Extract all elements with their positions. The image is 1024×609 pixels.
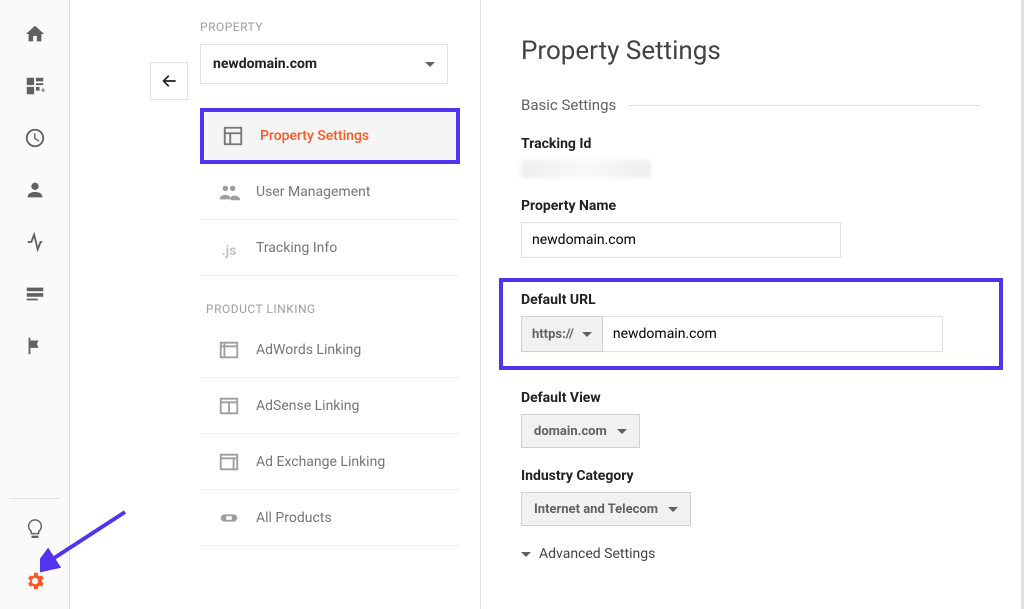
chevron-down-icon [425,62,435,67]
js-icon: .js [218,237,240,259]
nav-adexchange-linking[interactable]: Ad Exchange Linking [200,434,460,490]
nav-label: AdWords Linking [256,342,361,358]
divider [628,105,981,106]
chevron-down-icon [582,332,592,337]
back-arrow-icon [159,71,179,91]
default-view-label: Default View [521,390,981,406]
industry-select[interactable]: Internet and Telecom [521,492,691,526]
sidebar-admin[interactable] [15,557,55,605]
nav-user-management[interactable]: User Management [200,164,460,220]
chevron-down-icon [617,429,627,434]
sidebar-conversions[interactable] [15,322,55,370]
default-url-label: Default URL [521,292,981,308]
adexchange-icon [218,451,240,473]
property-name-label: Property Name [521,198,981,214]
nav-property-settings[interactable]: Property Settings [200,108,460,164]
sidebar-realtime[interactable] [15,114,55,162]
nav-label: Property Settings [260,128,369,144]
advanced-settings-toggle[interactable]: Advanced Settings [521,546,981,562]
nav-label: AdSense Linking [256,398,359,414]
sidebar-discover[interactable] [15,505,55,553]
nav-tracking-info[interactable]: .js Tracking Info [200,220,460,276]
nav-adwords-linking[interactable]: AdWords Linking [200,322,460,378]
nav-label: Tracking Info [256,240,337,256]
sidebar-customization[interactable]: + [15,62,55,110]
icon-sidebar: + [0,0,70,609]
person-icon [24,179,46,201]
tracking-id-label: Tracking Id [521,136,981,152]
bulb-icon [24,518,46,540]
nav-label: User Management [256,184,370,200]
sidebar-behavior[interactable] [15,270,55,318]
back-button[interactable] [150,62,188,100]
product-linking-label: PRODUCT LINKING [206,302,470,316]
nav-label: Ad Exchange Linking [256,454,385,470]
protocol-select[interactable]: https:// [521,316,603,352]
property-name-input[interactable] [521,222,841,258]
industry-label: Industry Category [521,468,981,484]
nav-all-products[interactable]: All Products [200,490,460,546]
behavior-icon [24,283,46,305]
default-view-select[interactable]: domain.com [521,414,640,448]
property-selector[interactable]: newdomain.com [200,44,448,84]
flag-icon [24,335,46,357]
property-column-label: PROPERTY [200,20,470,34]
svg-text:+: + [40,86,45,96]
adsense-icon [218,395,240,417]
nav-label: All Products [256,510,332,526]
clock-icon [24,127,46,149]
sidebar-acquisition[interactable] [15,218,55,266]
industry-value: Internet and Telecom [534,502,658,517]
sidebar-home[interactable] [15,10,55,58]
adwords-icon [218,339,240,361]
dashboard-icon: + [24,75,46,97]
chevron-down-icon [668,507,678,512]
protocol-value: https:// [532,327,574,342]
layout-icon [222,125,244,147]
users-icon [218,181,240,203]
default-url-block: Default URL https:// [499,278,1003,370]
tracking-id-value [521,160,651,178]
property-selector-value: newdomain.com [213,56,317,72]
basic-settings-header: Basic Settings [521,96,616,114]
acquisition-icon [24,231,46,253]
advanced-settings-label: Advanced Settings [539,546,655,562]
gear-icon [24,570,46,592]
default-view-value: domain.com [534,424,607,439]
chevron-down-icon [521,552,531,557]
link-icon [218,507,240,529]
page-title: Property Settings [521,36,981,66]
nav-adsense-linking[interactable]: AdSense Linking [200,378,460,434]
sidebar-audience[interactable] [15,166,55,214]
home-icon [24,23,46,45]
default-url-input[interactable] [603,316,943,352]
